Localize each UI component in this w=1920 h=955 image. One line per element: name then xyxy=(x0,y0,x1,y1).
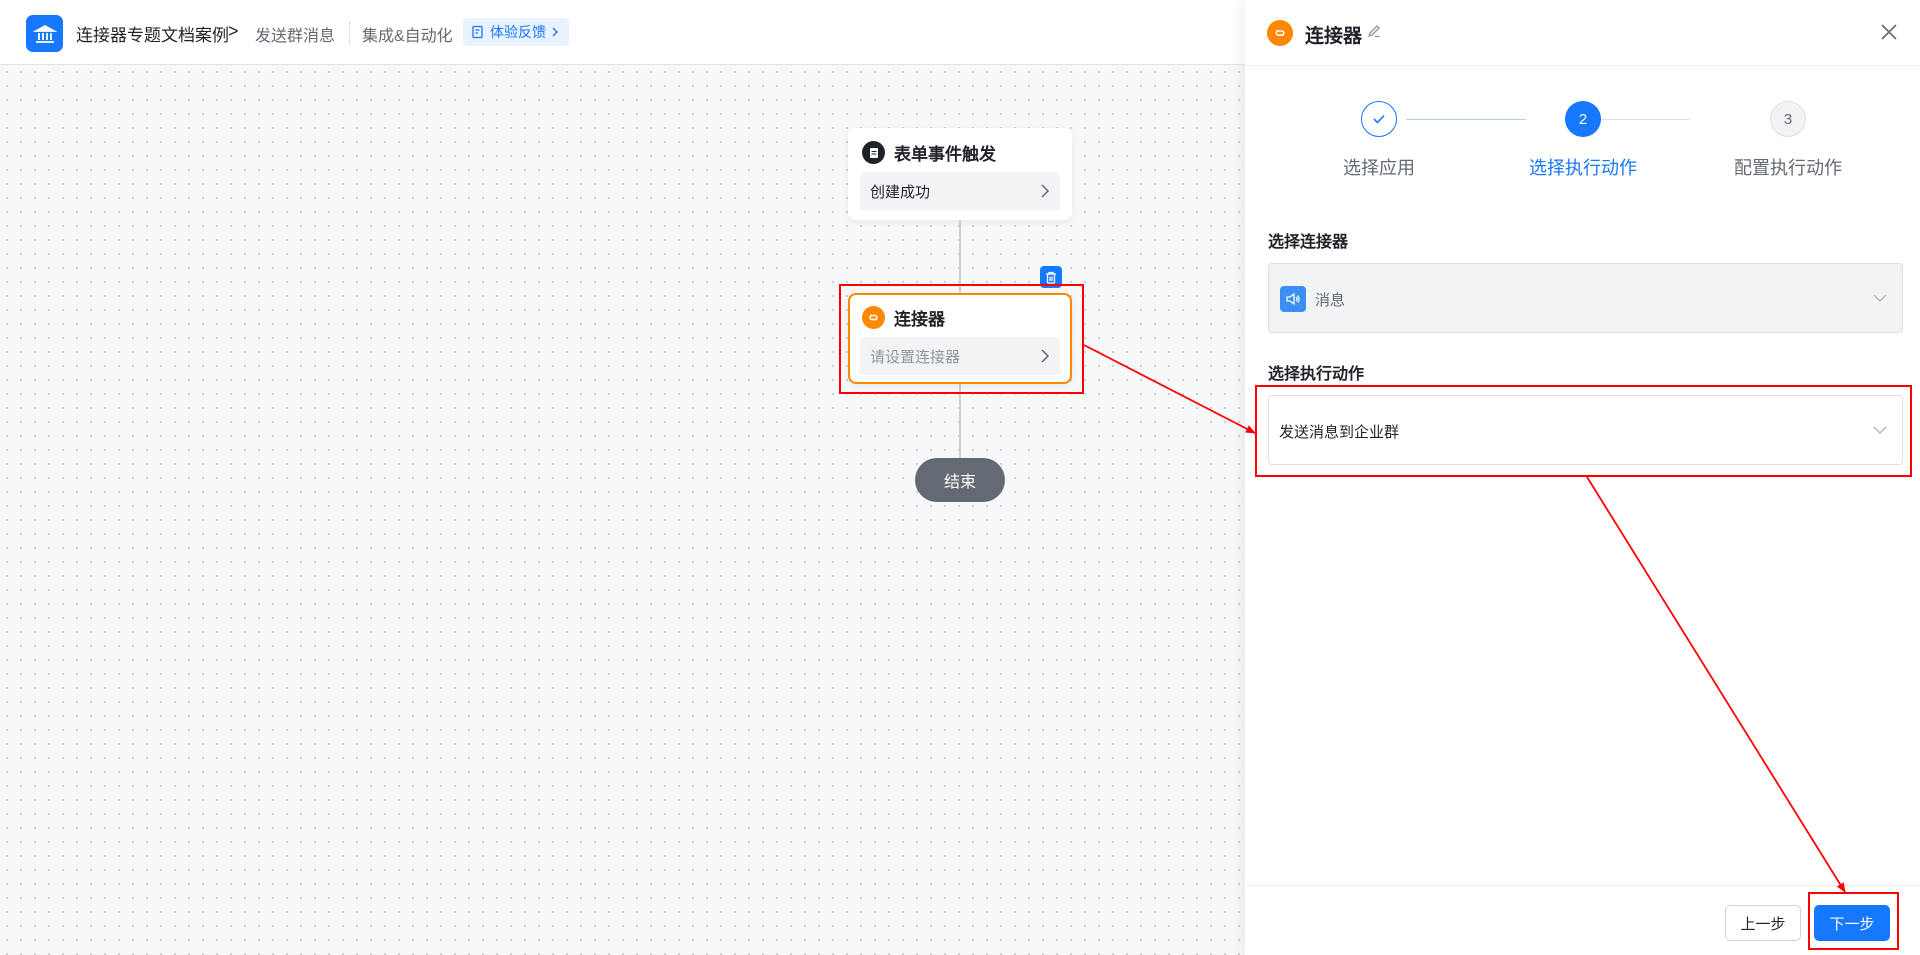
edit-pencil-icon[interactable] xyxy=(1367,24,1381,38)
chevron-right-icon xyxy=(1041,184,1050,198)
connector-config-panel: 连接器 2 3 选择应用 选择执行动作 配置执行动作 选择连接器 消息 选择执行… xyxy=(1245,0,1920,955)
check-icon xyxy=(1373,114,1385,124)
previous-step-button[interactable]: 上一步 xyxy=(1725,905,1801,941)
select-action-label: 选择执行动作 xyxy=(1268,366,1365,383)
trigger-node-header: 表单事件触发 xyxy=(862,140,996,165)
feedback-button[interactable]: 体验反馈 xyxy=(463,18,569,46)
step-2-label: 选择执行动作 xyxy=(1529,158,1637,178)
integration-automation-link[interactable]: 集成&自动化 xyxy=(362,22,453,46)
connector-node-title: 连接器 xyxy=(894,310,945,329)
trigger-node-value: 创建成功 xyxy=(870,183,931,201)
chevron-right-icon xyxy=(552,27,558,37)
close-icon[interactable] xyxy=(1879,22,1899,42)
app-logo-icon[interactable] xyxy=(26,15,63,52)
form-document-icon xyxy=(862,141,885,164)
step-3-number: 3 xyxy=(1783,110,1793,128)
action-select[interactable]: 发送消息到企业群 xyxy=(1268,395,1903,465)
connector-node[interactable]: 连接器 请设置连接器 xyxy=(848,293,1072,384)
step-1-label: 选择应用 xyxy=(1343,158,1415,178)
panel-title: 连接器 xyxy=(1305,26,1363,47)
end-node[interactable]: 结束 xyxy=(915,458,1005,502)
connector-select[interactable]: 消息 xyxy=(1268,263,1903,333)
delete-node-button[interactable] xyxy=(1040,266,1062,288)
stepper-line-1 xyxy=(1406,119,1526,120)
trigger-node-body[interactable]: 创建成功 xyxy=(860,172,1060,210)
breadcrumb-separator: > xyxy=(228,21,239,41)
flow-line-connector-to-end xyxy=(959,384,961,458)
step-3-circle[interactable]: 3 xyxy=(1770,101,1806,137)
step-1-circle[interactable] xyxy=(1361,101,1397,137)
next-step-label: 下一步 xyxy=(1829,915,1875,933)
connector-node-header: 连接器 xyxy=(862,305,945,330)
connector-icon xyxy=(1267,20,1293,46)
chevron-right-icon xyxy=(1041,349,1050,363)
end-node-label: 结束 xyxy=(943,474,976,491)
feedback-icon xyxy=(472,25,483,39)
trigger-node-title: 表单事件触发 xyxy=(894,145,996,164)
action-select-value: 发送消息到企业群 xyxy=(1279,424,1400,441)
step-3-label: 配置执行动作 xyxy=(1734,158,1842,178)
panel-footer: 上一步 下一步 xyxy=(1245,885,1920,955)
connector-icon xyxy=(862,306,885,329)
chevron-down-icon xyxy=(1873,426,1887,434)
select-connector-label: 选择连接器 xyxy=(1268,234,1349,251)
connector-node-body[interactable]: 请设置连接器 xyxy=(860,337,1060,375)
message-app-icon xyxy=(1280,286,1306,312)
previous-step-label: 上一步 xyxy=(1740,915,1786,933)
connector-select-value: 消息 xyxy=(1315,292,1346,309)
flow-line-trigger-to-connector xyxy=(959,220,961,293)
chevron-down-icon xyxy=(1873,294,1887,302)
step-2-number: 2 xyxy=(1578,110,1588,128)
connector-node-placeholder: 请设置连接器 xyxy=(870,348,961,366)
panel-header: 连接器 xyxy=(1245,0,1920,66)
feedback-label: 体验反馈 xyxy=(490,24,546,40)
header-divider xyxy=(349,21,350,45)
breadcrumb-app[interactable]: 连接器专题文档案例 xyxy=(76,21,229,46)
trigger-node[interactable]: 表单事件触发 创建成功 xyxy=(848,128,1072,220)
trash-icon xyxy=(1046,271,1056,284)
breadcrumb-page[interactable]: 发送群消息 xyxy=(255,22,335,46)
next-step-button[interactable]: 下一步 xyxy=(1814,905,1890,941)
step-2-circle[interactable]: 2 xyxy=(1565,101,1601,137)
